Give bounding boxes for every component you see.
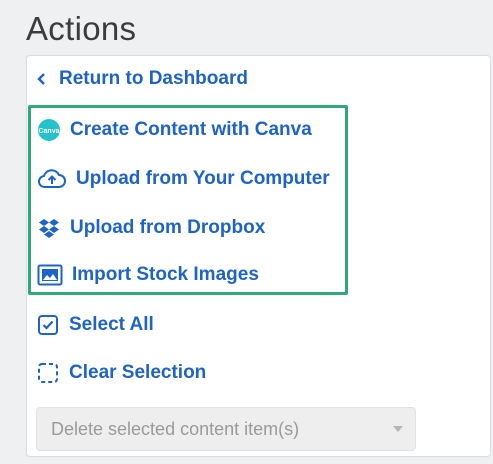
import-stock-images-link[interactable]: Import Stock Images	[37, 264, 259, 286]
upload-from-computer-link[interactable]: Upload from Your Computer	[37, 167, 330, 191]
bulk-action-select[interactable]: Delete selected content item(s)	[36, 407, 416, 451]
cloud-upload-icon	[37, 167, 67, 191]
chevron-left-icon	[37, 73, 47, 85]
bulk-action-selected-value: Delete selected content item(s)	[51, 418, 300, 439]
actions-heading: Actions	[26, 10, 137, 47]
clear-selection-label: Clear Selection	[69, 362, 207, 383]
create-with-canva-link[interactable]: Canva Create Content with Canva	[37, 118, 312, 142]
svg-text:Canva: Canva	[38, 128, 59, 135]
create-with-canva-label: Create Content with Canva	[70, 119, 312, 140]
chevron-down-icon	[393, 426, 403, 432]
upload-from-dropbox-link[interactable]: Upload from Dropbox	[37, 216, 265, 240]
select-all-link[interactable]: Select All	[37, 314, 154, 336]
dashed-square-icon	[37, 362, 59, 384]
upload-from-computer-label: Upload from Your Computer	[76, 168, 330, 189]
image-icon	[37, 264, 63, 286]
actions-page: Actions Return to Dashboard Canva Create…	[0, 0, 493, 464]
import-stock-images-label: Import Stock Images	[72, 264, 259, 285]
clear-selection-link[interactable]: Clear Selection	[37, 362, 206, 384]
canva-icon: Canva	[37, 118, 61, 142]
checkbox-checked-icon	[37, 314, 59, 336]
return-to-dashboard-label: Return to Dashboard	[59, 68, 248, 89]
upload-from-dropbox-label: Upload from Dropbox	[70, 217, 266, 238]
select-all-label: Select All	[69, 314, 154, 335]
return-to-dashboard-link[interactable]: Return to Dashboard	[37, 68, 248, 90]
dropbox-icon	[37, 216, 61, 240]
